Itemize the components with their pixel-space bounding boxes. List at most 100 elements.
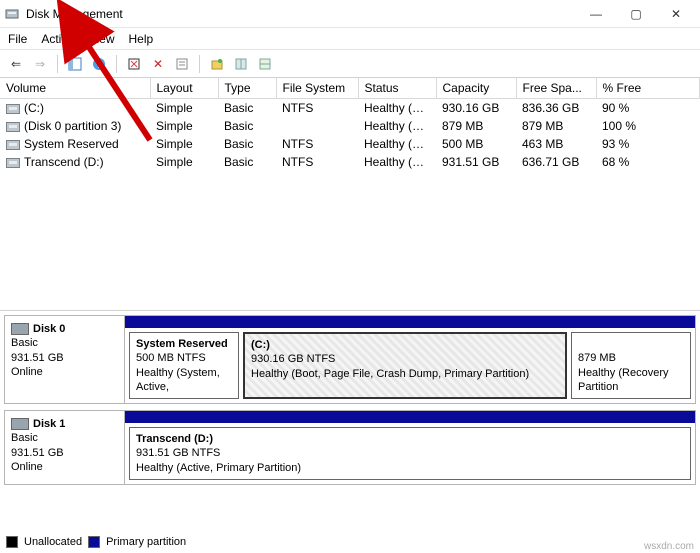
partition-box[interactable]: 879 MB Healthy (Recovery Partition [571, 332, 691, 399]
volume-table: Volume Layout Type File System Status Ca… [0, 78, 700, 171]
disk-graphical-panel: Disk 0 Basic 931.51 GB Online System Res… [0, 310, 700, 533]
cell-layout: Simple [150, 117, 218, 135]
menu-file[interactable]: File [8, 32, 27, 46]
delete-icon[interactable]: ✕ [148, 54, 168, 74]
table-row[interactable]: Transcend (D:) Simple Basic NTFS Healthy… [0, 153, 700, 171]
partition-name: Transcend (D:) [136, 433, 213, 445]
drive-icon [6, 104, 20, 114]
menu-action[interactable]: Action [41, 32, 74, 46]
partition-size: 930.16 GB NTFS [251, 353, 335, 365]
partition-stripe [125, 316, 695, 328]
forward-button[interactable]: ⇒ [30, 54, 50, 74]
disk-partitions: System Reserved 500 MB NTFS Healthy (Sys… [125, 316, 695, 403]
partition-box[interactable]: Transcend (D:) 931.51 GB NTFS Healthy (A… [129, 427, 691, 480]
disk-partitions: Transcend (D:) 931.51 GB NTFS Healthy (A… [125, 411, 695, 484]
table-row[interactable]: System Reserved Simple Basic NTFS Health… [0, 135, 700, 153]
cell-pct: 68 % [596, 153, 700, 171]
action3-icon[interactable] [255, 54, 275, 74]
action1-icon[interactable] [207, 54, 227, 74]
partition-status: Healthy (Active, Primary Partition) [136, 462, 301, 474]
disk-label: Disk 1 [33, 418, 65, 430]
disk-info: Disk 0 Basic 931.51 GB Online [5, 316, 125, 403]
toolbar-sep [57, 55, 58, 73]
drive-icon [6, 158, 20, 168]
col-filesystem[interactable]: File System [276, 78, 358, 99]
cell-type: Basic [218, 153, 276, 171]
cell-status: Healthy (S... [358, 135, 436, 153]
legend-unallocated: Unallocated [24, 536, 82, 548]
menu-help[interactable]: Help [129, 32, 154, 46]
partition-box-selected[interactable]: (C:) 930.16 GB NTFS Healthy (Boot, Page … [243, 332, 567, 399]
table-row[interactable]: (C:) Simple Basic NTFS Healthy (B... 930… [0, 99, 700, 118]
disk-row[interactable]: Disk 0 Basic 931.51 GB Online System Res… [4, 315, 696, 404]
cell-fs: NTFS [276, 153, 358, 171]
partition-size: 879 MB [578, 352, 616, 364]
back-button[interactable]: ⇐ [6, 54, 26, 74]
legend-swatch-unallocated [6, 536, 18, 548]
table-row[interactable]: (Disk 0 partition 3) Simple Basic Health… [0, 117, 700, 135]
toolbar-sep [199, 55, 200, 73]
svg-text:?: ? [96, 60, 102, 71]
menu-view[interactable]: View [89, 32, 115, 46]
disk-row[interactable]: Disk 1 Basic 931.51 GB Online Transcend … [4, 410, 696, 485]
toolbar: ⇐ ⇒ ? ✕ [0, 50, 700, 78]
window-controls: — ▢ ✕ [576, 0, 696, 28]
col-pctfree[interactable]: % Free [596, 78, 700, 99]
refresh-icon[interactable] [124, 54, 144, 74]
action2-icon[interactable] [231, 54, 251, 74]
cell-volume: (Disk 0 partition 3) [24, 119, 121, 133]
partition-status: Healthy (Boot, Page File, Crash Dump, Pr… [251, 368, 529, 380]
close-button[interactable]: ✕ [656, 0, 696, 28]
cell-pct: 100 % [596, 117, 700, 135]
partition-box[interactable]: System Reserved 500 MB NTFS Healthy (Sys… [129, 332, 239, 399]
cell-free: 836.36 GB [516, 99, 596, 118]
col-capacity[interactable]: Capacity [436, 78, 516, 99]
cell-cap: 931.51 GB [436, 153, 516, 171]
disk-icon [11, 323, 29, 335]
disk-state: Online [11, 366, 43, 378]
legend-swatch-primary [88, 536, 100, 548]
cell-volume: Transcend (D:) [24, 155, 104, 169]
cell-volume: (C:) [24, 101, 44, 115]
cell-status: Healthy (R... [358, 117, 436, 135]
col-free[interactable]: Free Spa... [516, 78, 596, 99]
window-title: Disk Management [26, 7, 576, 21]
partition-stripe [125, 411, 695, 423]
cell-layout: Simple [150, 99, 218, 118]
disk-size: 931.51 GB [11, 352, 64, 364]
watermark: wsxdn.com [644, 541, 694, 552]
partition-name: System Reserved [136, 338, 228, 350]
show-hide-icon[interactable] [65, 54, 85, 74]
title-bar: Disk Management — ▢ ✕ [0, 0, 700, 28]
cell-status: Healthy (A... [358, 153, 436, 171]
cell-cap: 879 MB [436, 117, 516, 135]
partition-status: Healthy (System, Active, [136, 367, 220, 393]
col-volume[interactable]: Volume [0, 78, 150, 99]
col-type[interactable]: Type [218, 78, 276, 99]
cell-type: Basic [218, 135, 276, 153]
cell-status: Healthy (B... [358, 99, 436, 118]
cell-cap: 930.16 GB [436, 99, 516, 118]
minimize-button[interactable]: — [576, 0, 616, 28]
maximize-button[interactable]: ▢ [616, 0, 656, 28]
partition-size: 931.51 GB NTFS [136, 447, 220, 459]
disk-size: 931.51 GB [11, 447, 64, 459]
cell-free: 463 MB [516, 135, 596, 153]
col-status[interactable]: Status [358, 78, 436, 99]
drive-icon [6, 140, 20, 150]
cell-fs: NTFS [276, 99, 358, 118]
drive-icon [6, 122, 20, 132]
help-icon[interactable]: ? [89, 54, 109, 74]
disk-icon [11, 418, 29, 430]
cell-free: 879 MB [516, 117, 596, 135]
cell-volume: System Reserved [24, 137, 119, 151]
disk-label: Disk 0 [33, 323, 65, 335]
properties-icon[interactable] [172, 54, 192, 74]
cell-fs [276, 117, 358, 135]
cell-free: 636.71 GB [516, 153, 596, 171]
col-layout[interactable]: Layout [150, 78, 218, 99]
disk-state: Online [11, 461, 43, 473]
cell-pct: 93 % [596, 135, 700, 153]
partition-name: (C:) [251, 339, 270, 351]
legend: Unallocated Primary partition [0, 533, 700, 551]
